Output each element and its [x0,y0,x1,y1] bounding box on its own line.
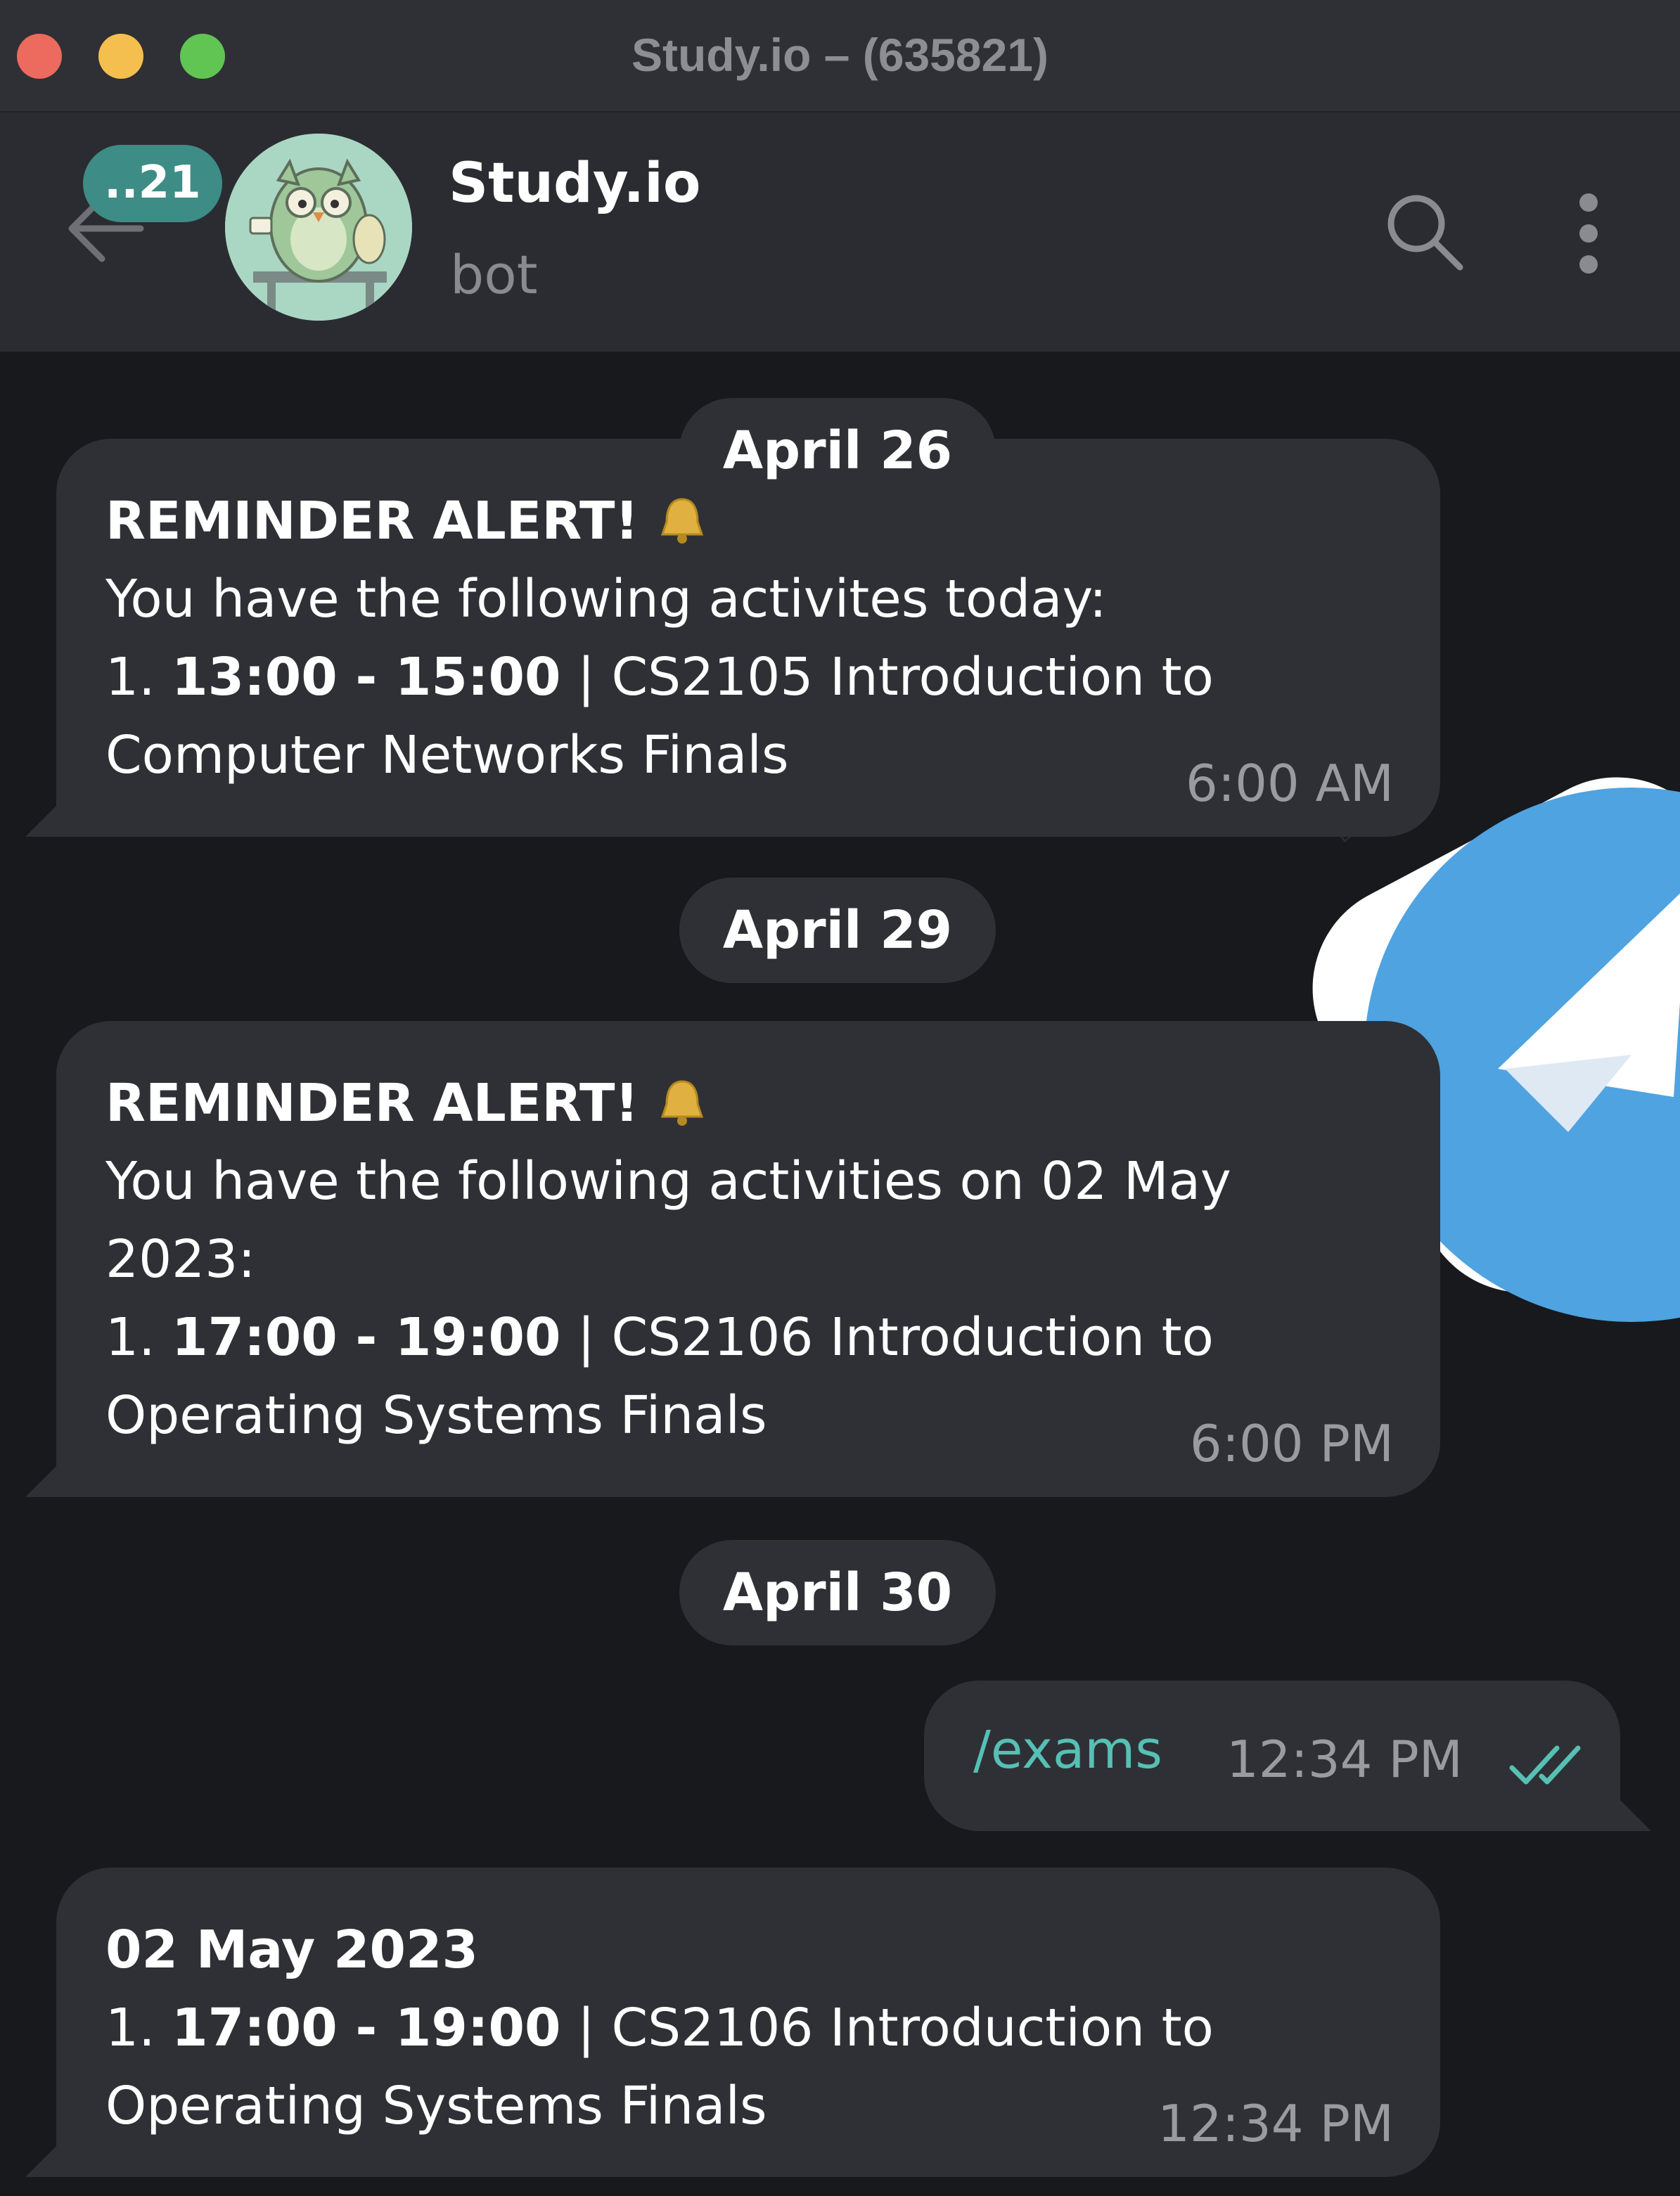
message-time: 6:00 AM [1186,754,1394,813]
message-title: REMINDER ALERT! [105,1065,1391,1143]
search-icon[interactable] [1383,190,1467,274]
unread-count-badge[interactable]: ..21 [83,145,222,222]
message-text: You have the following activities on 02 … [105,1151,1231,1212]
message-item: 1. 17:00 - 19:00 | CS2106 Introduction t… [105,1307,1214,1368]
message-time: 6:00 PM [1189,1414,1394,1473]
bot-avatar[interactable] [225,134,412,321]
bot-command-link[interactable]: /exams [973,1720,1162,1780]
chat-header: ..21 Study.io bot [0,113,1680,352]
double-check-read-icon [1509,1745,1581,1785]
message-bubble-reminder-2[interactable]: REMINDER ALERT! You have the following a… [56,1021,1440,1497]
date-separator: April 29 [679,878,996,983]
date-separator: April 26 [679,398,996,503]
date-separator: April 30 [679,1540,996,1645]
window-title: Study.io – (635821) [631,29,1049,81]
message-bubble-exams[interactable]: 02 May 2023 1. 17:00 - 19:00 | CS2106 In… [56,1868,1440,2177]
owl-avatar-icon [225,134,412,321]
chat-history[interactable]: Default REMINDER ALERT! You have the fol… [0,352,1680,2196]
message-text: You have the following activites today: [105,569,1107,629]
message-time: 12:34 PM [1226,1730,1463,1789]
chat-name[interactable]: Study.io [449,152,700,215]
bell-icon [661,1080,704,1126]
message-text: 2023: [105,1229,256,1290]
message-time: 12:34 PM [1158,2094,1394,2153]
message-item: 1. 17:00 - 19:00 | CS2106 Introduction t… [105,1998,1214,2058]
message-heading: 02 May 2023 [105,1920,478,1980]
more-vertical-icon[interactable] [1563,191,1615,276]
bell-icon [661,498,704,544]
chat-status: bot [450,243,538,306]
message-item: 1. 13:00 - 15:00 | CS2105 Introduction t… [105,647,1214,707]
message-bubble-outgoing[interactable]: /exams 12:34 PM [924,1681,1620,1831]
window-titlebar: Study.io – (635821) [0,0,1680,113]
